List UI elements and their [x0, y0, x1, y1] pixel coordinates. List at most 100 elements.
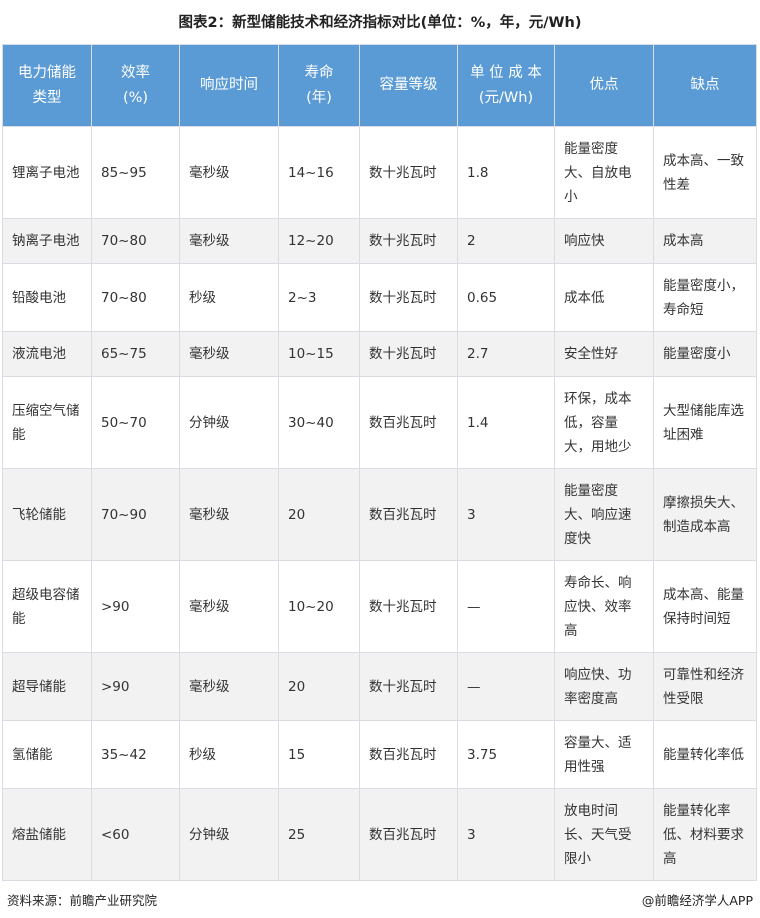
header-advantages: 优点 [554, 44, 654, 127]
cell-lifespan: 2~3 [278, 263, 360, 332]
header-unit-cost: 单 位 成 本 (元/Wh) [457, 44, 555, 127]
cell-advantages: 容量大、适用性强 [554, 720, 654, 789]
cell-type: 飞轮储能 [2, 468, 92, 561]
cell-advantages: 能量密度大、响应速度快 [554, 468, 654, 561]
cell-unit-cost: — [457, 560, 555, 653]
cell-efficiency: 85~95 [91, 126, 180, 219]
header-text: 电力储能 [18, 64, 76, 81]
cell-lifespan: 14~16 [278, 126, 360, 219]
cell-disadvantages: 能量密度小，寿命短 [653, 263, 757, 332]
cell-lifespan: 20 [278, 652, 360, 721]
cell-efficiency: 65~75 [91, 331, 180, 377]
cell-disadvantages: 成本高、能量保持时间短 [653, 560, 757, 653]
cell-lifespan: 30~40 [278, 376, 360, 469]
table-row: 超导储能 >90 毫秒级 20 数十兆瓦时 — 响应快、功率密度高 可靠性和经济性受限 [2, 652, 757, 721]
header-lifespan: 寿命 (年) [278, 44, 360, 127]
cell-efficiency: 70~80 [91, 263, 180, 332]
cell-type: 钠离子电池 [2, 218, 92, 264]
cell-advantages: 放电时间长、天气受限小 [554, 788, 654, 881]
table-row: 熔盐储能 <60 分钟级 25 数百兆瓦时 3 放电时间长、天气受限小 能量转化率低、材料要求… [2, 788, 757, 881]
cell-efficiency: 35~42 [91, 720, 180, 789]
header-row: 电力储能 类型 效率 (%) 响应时间 寿命 (年) 容量等级 单 位 成 本 (元/Wh) 优点 缺… [2, 44, 757, 127]
cell-lifespan: 15 [278, 720, 360, 789]
cell-unit-cost: 2.7 [457, 331, 555, 377]
cell-capacity: 数十兆瓦时 [359, 263, 458, 332]
cell-advantages: 环保，成本低，容量大，用地少 [554, 376, 654, 469]
footer: 资料来源：前瞻产业研究院 @前瞻经济学人APP [7, 886, 753, 910]
table-row: 飞轮储能 70~90 毫秒级 20 数百兆瓦时 3 能量密度大、响应速度快 摩擦损失大、制造成… [2, 468, 757, 561]
cell-capacity: 数百兆瓦时 [359, 788, 458, 881]
cell-capacity: 数十兆瓦时 [359, 218, 458, 264]
cell-response-time: 毫秒级 [179, 468, 279, 561]
cell-lifespan: 25 [278, 788, 360, 881]
table-body: 锂离子电池 85~95 毫秒级 14~16 数十兆瓦时 1.8 能量密度大、自放电小 成本高、… [2, 126, 757, 881]
cell-response-time: 秒级 [179, 263, 279, 332]
cell-disadvantages: 能量转化率低 [653, 720, 757, 789]
cell-advantages: 响应快、功率密度高 [554, 652, 654, 721]
cell-type: 压缩空气储能 [2, 376, 92, 469]
cell-capacity: 数百兆瓦时 [359, 468, 458, 561]
cell-response-time: 毫秒级 [179, 218, 279, 264]
cell-disadvantages: 大型储能库选址困难 [653, 376, 757, 469]
table-row: 锂离子电池 85~95 毫秒级 14~16 数十兆瓦时 1.8 能量密度大、自放电小 成本高、… [2, 126, 757, 219]
header-text: (元/Wh) [478, 89, 534, 106]
cell-disadvantages: 成本高、一致性差 [653, 126, 757, 219]
table-row: 超级电容储能 >90 毫秒级 10~20 数十兆瓦时 — 寿命长、响应快、效率高 成本高、能量… [2, 560, 757, 653]
cell-response-time: 毫秒级 [179, 560, 279, 653]
cell-response-time: 秒级 [179, 720, 279, 789]
table-row: 铅酸电池 70~80 秒级 2~3 数十兆瓦时 0.65 成本低 能量密度小，寿命短 [2, 263, 757, 332]
header-disadvantages: 缺点 [653, 44, 757, 127]
header-text: 响应时间 [200, 77, 258, 93]
header-text: 优点 [589, 77, 619, 93]
header-response-time: 响应时间 [179, 44, 279, 127]
header-text: 效率 [121, 64, 150, 81]
table-title: 图表2：新型储能技术和经济指标对比(单位：%，年，元/Wh) [178, 15, 582, 31]
cell-unit-cost: 1.8 [457, 126, 555, 219]
cell-disadvantages: 成本高 [653, 218, 757, 264]
cell-type: 锂离子电池 [2, 126, 92, 219]
header-text: 类型 [32, 89, 62, 106]
cell-efficiency: >90 [91, 652, 180, 721]
header-text: 单 位 成 本 [470, 64, 542, 81]
cell-efficiency: 70~90 [91, 468, 180, 561]
cell-disadvantages: 能量密度小 [653, 331, 757, 377]
cell-advantages: 寿命长、响应快、效率高 [554, 560, 654, 653]
cell-lifespan: 12~20 [278, 218, 360, 264]
cell-unit-cost: 3 [457, 468, 555, 561]
cell-unit-cost: 1.4 [457, 376, 555, 469]
cell-type: 超级电容储能 [2, 560, 92, 653]
cell-advantages: 能量密度大、自放电小 [554, 126, 654, 219]
header-text: 寿命 [304, 64, 334, 81]
cell-advantages: 成本低 [554, 263, 654, 332]
header-text: 容量等级 [379, 77, 438, 93]
cell-disadvantages: 能量转化率低、材料要求高 [653, 788, 757, 881]
cell-capacity: 数十兆瓦时 [359, 652, 458, 721]
cell-unit-cost: — [457, 652, 555, 721]
cell-type: 氢储能 [2, 720, 92, 789]
cell-efficiency: <60 [91, 788, 180, 881]
cell-response-time: 分钟级 [179, 788, 279, 881]
source-note: 资料来源：前瞻产业研究院 [7, 893, 158, 908]
brand-credit: @前瞻经济学人APP [641, 893, 753, 908]
table-header: 电力储能 类型 效率 (%) 响应时间 寿命 (年) 容量等级 单 位 成 本 (元/Wh) 优点 缺… [2, 44, 757, 127]
cell-capacity: 数十兆瓦时 [359, 560, 458, 653]
table-row: 液流电池 65~75 毫秒级 10~15 数十兆瓦时 2.7 安全性好 能量密度小 [2, 331, 757, 377]
cell-type: 熔盐储能 [2, 788, 92, 881]
cell-unit-cost: 2 [457, 218, 555, 264]
cell-lifespan: 10~15 [278, 331, 360, 377]
cell-response-time: 毫秒级 [179, 331, 279, 377]
cell-lifespan: 10~20 [278, 560, 360, 653]
cell-lifespan: 20 [278, 468, 360, 561]
cell-disadvantages: 摩擦损失大、制造成本高 [653, 468, 757, 561]
cell-response-time: 毫秒级 [179, 652, 279, 721]
cell-capacity: 数十兆瓦时 [359, 331, 458, 377]
table-row: 压缩空气储能 50~70 分钟级 30~40 数百兆瓦时 1.4 环保，成本低，容量大，用地… [2, 376, 757, 469]
header-type: 电力储能 类型 [2, 44, 92, 127]
cell-advantages: 安全性好 [554, 331, 654, 377]
cell-capacity: 数百兆瓦时 [359, 376, 458, 469]
cell-unit-cost: 0.65 [457, 263, 555, 332]
cell-response-time: 分钟级 [179, 376, 279, 469]
cell-efficiency: 70~80 [91, 218, 180, 264]
header-text: 缺点 [690, 77, 720, 93]
cell-capacity: 数十兆瓦时 [359, 126, 458, 219]
